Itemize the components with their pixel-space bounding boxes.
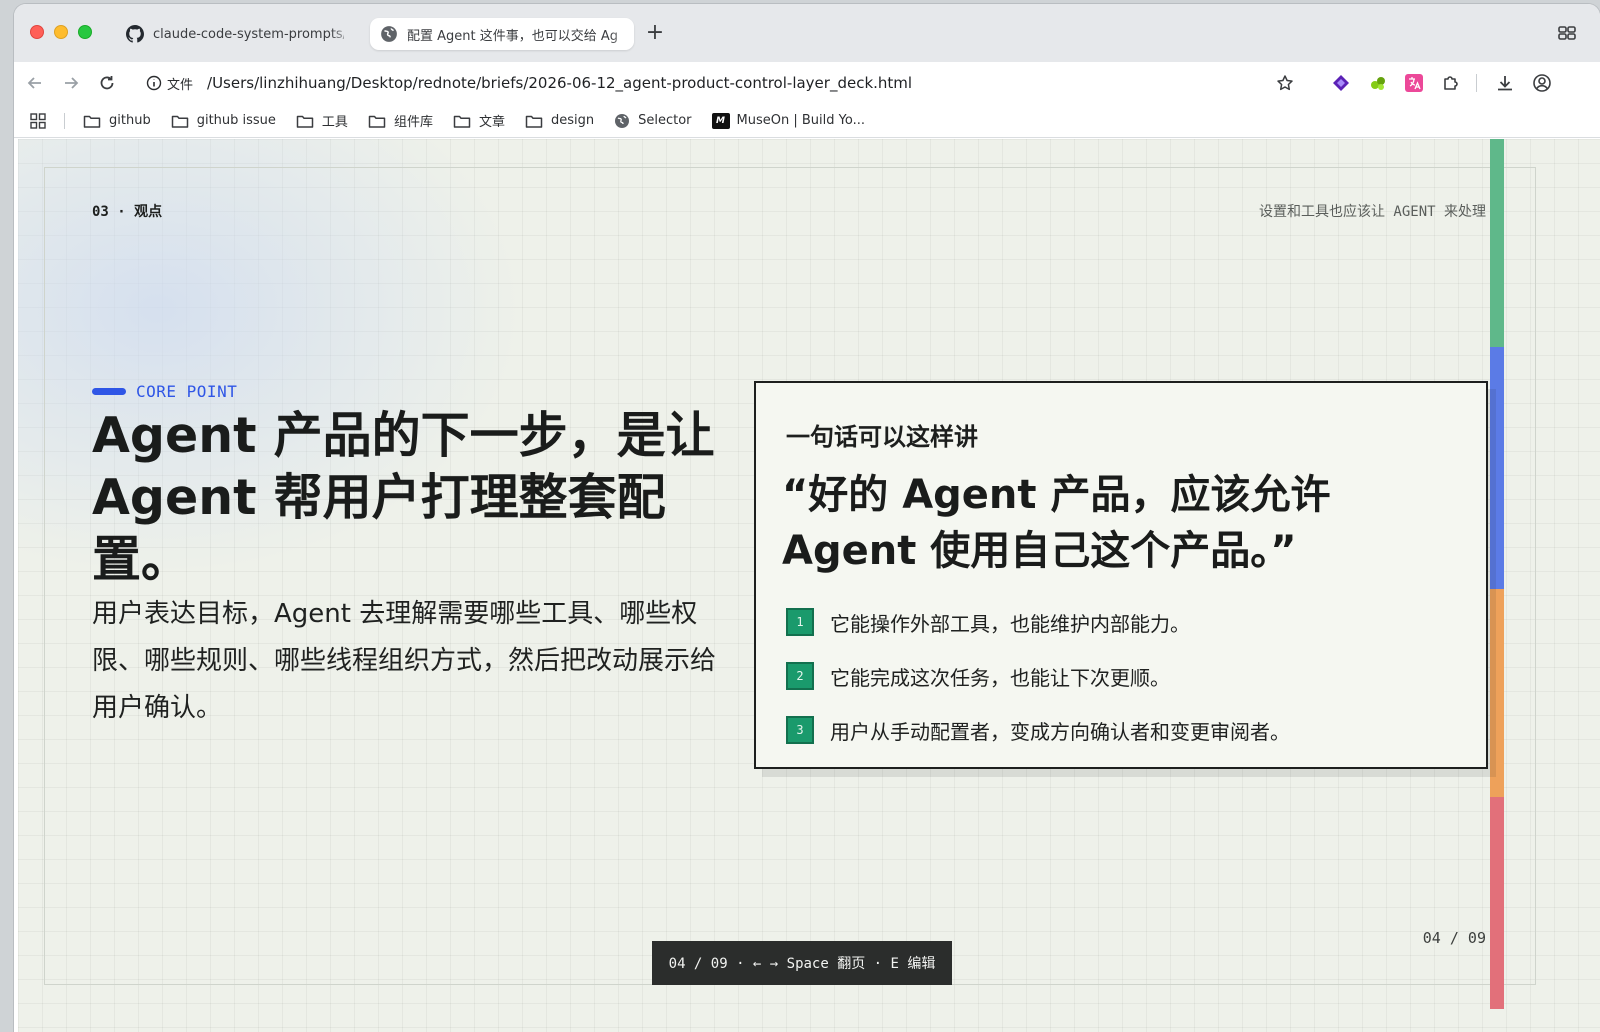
- quote-card-list: 1 它能操作外部工具，也能维护内部能力。 2 它能完成这次任务，也能让下次更顺。…: [786, 595, 1446, 757]
- list-item-text: 它能完成这次任务，也能让下次更顺。: [830, 665, 1170, 690]
- download-icon: [1498, 76, 1512, 91]
- new-tab-button[interactable]: +: [642, 21, 668, 47]
- bookmark-label: 工具: [321, 115, 348, 130]
- close-window-button[interactable]: [30, 25, 44, 39]
- browser-window: claude-code-system-prompts/sy 配置 Agent 这…: [14, 4, 1600, 1032]
- slide-headline: Agent 产品的下一步，是让 Agent 帮用户打理整套配置。: [92, 407, 715, 588]
- list-number-badge: 2: [786, 662, 814, 690]
- bookmark-museon[interactable]: M MuseOn | Build Yo...: [711, 112, 865, 129]
- address-bar[interactable]: 文件 /Users/linzhihuang/Desktop/rednote/br…: [138, 66, 1310, 100]
- list-item: 1 它能操作外部工具，也能维护内部能力。: [786, 595, 1446, 649]
- puzzle-icon: [1444, 76, 1458, 90]
- accent-bar: [92, 388, 126, 395]
- keyboard-hint-bar: 04 / 09 · ← → Space 翻页 · E 编辑: [652, 941, 952, 985]
- bookmark-label: MuseOn | Build Yo...: [736, 113, 865, 128]
- reload-icon: [100, 76, 114, 90]
- bookmark-label: 组件库: [393, 115, 433, 130]
- bookmark-articles[interactable]: 文章: [453, 111, 505, 130]
- bookmark-label: Selector: [638, 113, 692, 128]
- bookmark-components[interactable]: 组件库: [368, 111, 433, 130]
- strip-segment-green: [1490, 139, 1504, 347]
- diamond-extension-icon: [1333, 75, 1349, 91]
- extension-green-puzzle[interactable]: [1367, 72, 1389, 94]
- strip-segment-orange: [1490, 589, 1504, 797]
- quote-text: “好的 Agent 产品，应该允许 Agent 使用自己这个产品。”: [782, 472, 1331, 574]
- extension-translate[interactable]: [1403, 72, 1425, 94]
- list-item: 2 它能完成这次任务，也能让下次更顺。: [786, 649, 1446, 703]
- leaf-extension-icon: [1371, 77, 1385, 90]
- quote-card: 一句话可以这样讲 “好的 Agent 产品，应该允许 Agent 使用自己这个产…: [754, 381, 1488, 769]
- site-info-label: 文件: [167, 77, 194, 93]
- tab-bar: claude-code-system-prompts/sy 配置 Agent 这…: [14, 4, 1600, 62]
- minimize-window-button[interactable]: [54, 25, 68, 39]
- zoom-window-button[interactable]: [78, 25, 92, 39]
- bookmark-label: design: [550, 113, 595, 128]
- slide-lead-paragraph: 用户表达目标，Agent 去理解需要哪些工具、哪些权限、哪些规则、哪些线程组织方…: [92, 599, 717, 723]
- bookmark-github-issue[interactable]: github issue: [171, 113, 276, 129]
- list-number-badge: 3: [786, 716, 814, 744]
- extensions-button[interactable]: [1440, 72, 1462, 94]
- bookmark-tools[interactable]: 工具: [296, 111, 348, 130]
- core-point-text: CORE POINT: [136, 382, 238, 401]
- list-item-text: 用户从手动配置者，变成方向确认者和变更审阅者。: [830, 719, 1290, 744]
- translate-extension-icon: [1405, 74, 1423, 92]
- tab-label: 配置 Agent 这件事，也可以交给 Ag: [407, 28, 619, 44]
- bookmark-label: 文章: [478, 115, 505, 130]
- bookmark-design[interactable]: design: [525, 113, 594, 129]
- folder-icon: [368, 115, 386, 128]
- folder-icon: [83, 115, 101, 128]
- profile-icon: [1533, 74, 1551, 92]
- strip-segment-red: [1490, 797, 1504, 1009]
- globe-icon: [615, 113, 630, 128]
- bookmark-label: github issue: [196, 113, 276, 128]
- section-note: 设置和工具也应该让 AGENT 来处理: [1258, 204, 1486, 220]
- tab-agent-config-deck[interactable]: 配置 Agent 这件事，也可以交给 Ag: [370, 18, 634, 50]
- folder-icon: [296, 115, 314, 128]
- quote-card-kicker: 一句话可以这样讲: [786, 423, 978, 451]
- tab-label: claude-code-system-prompts/sy: [153, 26, 344, 42]
- page-content: 03 · 观点 设置和工具也应该让 AGENT 来处理 CORE POINT A…: [18, 139, 1600, 1032]
- reload-button[interactable]: [94, 70, 120, 96]
- folder-icon: [453, 115, 471, 128]
- folder-icon: [525, 115, 543, 128]
- browser-toolbar: 文件 /Users/linzhihuang/Desktop/rednote/br…: [14, 62, 1600, 104]
- bookmark-label: github: [109, 113, 151, 128]
- slide-page-number: 04 / 09: [1422, 929, 1486, 947]
- profile-button[interactable]: [1531, 72, 1553, 94]
- back-button[interactable]: [22, 70, 48, 96]
- bookmark-github[interactable]: github: [83, 113, 151, 129]
- strip-segment-blue: [1490, 347, 1504, 589]
- folder-icon: [171, 115, 188, 128]
- core-point-label: CORE POINT: [92, 382, 237, 401]
- bookmark-selector[interactable]: Selector: [614, 113, 692, 129]
- arrow-left-icon: [27, 77, 41, 89]
- forward-button[interactable]: [58, 70, 84, 96]
- site-info-button[interactable]: 文件: [146, 74, 193, 93]
- downloads-button[interactable]: [1494, 72, 1516, 94]
- list-item-text: 它能操作外部工具，也能维护内部能力。: [830, 611, 1190, 636]
- extension-purple-diamond[interactable]: [1330, 72, 1352, 94]
- list-number-badge: 1: [786, 608, 814, 636]
- list-item: 3 用户从手动配置者，变成方向确认者和变更审阅者。: [786, 703, 1446, 757]
- bookmark-star-icon[interactable]: [1276, 74, 1294, 92]
- info-icon: [146, 75, 162, 91]
- tab-search-icon[interactable]: [1556, 22, 1578, 44]
- apps-grid-icon[interactable]: [30, 112, 46, 129]
- github-icon: [126, 25, 144, 43]
- arrow-right-icon: [65, 77, 79, 89]
- tab-claude-code-system-prompts[interactable]: claude-code-system-prompts/sy: [116, 18, 354, 50]
- globe-icon: [381, 26, 397, 42]
- museon-logo: M: [711, 112, 730, 129]
- url-text[interactable]: /Users/linzhihuang/Desktop/rednote/brief…: [207, 74, 912, 92]
- progress-color-strip: [1490, 139, 1504, 1009]
- bookmarks-bar: github github issue 工具 组件库 文章 design Sel…: [14, 104, 1600, 138]
- section-kicker: 03 · 观点: [92, 204, 163, 220]
